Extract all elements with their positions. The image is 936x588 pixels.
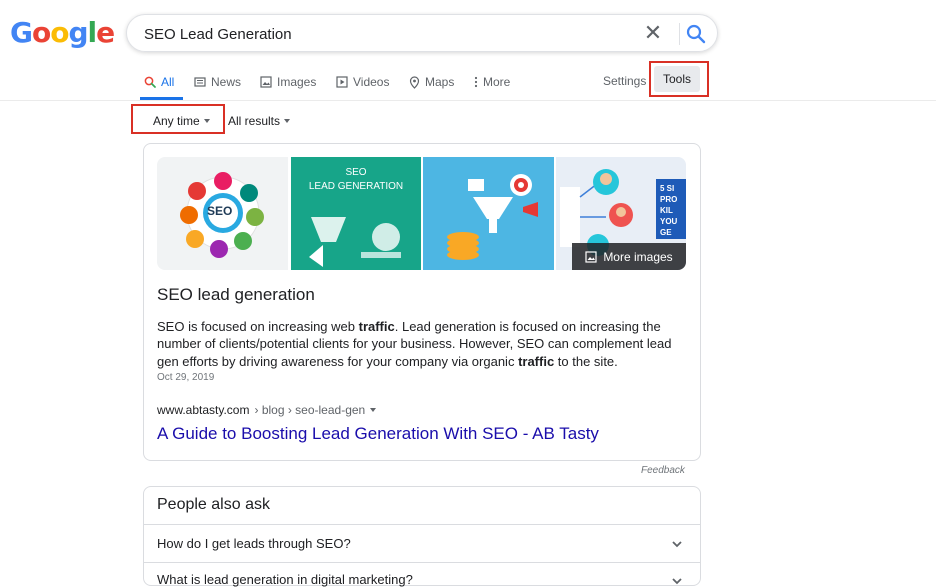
clear-icon[interactable]: ✕	[641, 21, 665, 45]
tab-news[interactable]: News	[194, 74, 241, 90]
tab-label: Images	[277, 75, 317, 89]
search-icon	[686, 24, 706, 44]
tab-label: Videos	[353, 75, 390, 89]
seo-wheel-label: SEO	[207, 204, 233, 218]
search-input[interactable]	[144, 23, 624, 45]
snippet-image[interactable]: SEO	[157, 157, 288, 270]
snippet-text: SEO is focused on increasing web traffic…	[157, 318, 692, 370]
chevron-down-icon[interactable]	[670, 537, 684, 551]
more-images-button[interactable]: More images	[572, 243, 686, 270]
logo-letter: o	[31, 16, 51, 49]
tab-images[interactable]: Images	[260, 74, 316, 90]
results-filter-dropdown[interactable]: All results	[228, 114, 291, 128]
more-images-label: More images	[603, 249, 673, 264]
tab-label: News	[211, 75, 242, 89]
google-logo[interactable]: Google	[10, 16, 115, 49]
snippet-image[interactable]	[423, 157, 554, 270]
tools-button[interactable]: Tools	[654, 66, 700, 92]
result-title-link[interactable]: A Guide to Boosting Lead Generation With…	[157, 424, 599, 444]
header-divider	[0, 100, 936, 101]
image-caption: 5 SI PRO KIL YOU GE	[660, 184, 678, 237]
tab-all[interactable]: All	[144, 74, 174, 90]
search-button[interactable]	[683, 21, 709, 47]
logo-letter: o	[50, 16, 69, 49]
logo-letter: g	[68, 16, 88, 49]
video-icon	[336, 76, 348, 88]
search-icon	[144, 76, 156, 88]
time-filter-label: Any time	[153, 114, 200, 128]
logo-letter: l	[87, 16, 98, 49]
tab-label: All	[161, 75, 175, 89]
result-cite[interactable]: www.abtasty.com › blog › seo-lead-gen	[157, 403, 377, 417]
logo-letter: G	[10, 16, 33, 49]
people-also-ask-title: People also ask	[157, 496, 270, 513]
paa-divider	[144, 524, 700, 525]
image-icon	[260, 76, 272, 88]
news-icon	[194, 77, 206, 87]
more-vert-icon	[474, 76, 478, 88]
dropdown-arrow-icon	[203, 119, 210, 123]
results-filter-label: All results	[228, 114, 281, 128]
snippet-image[interactable]: SEO LEAD GENERATION	[291, 157, 421, 270]
tab-label: Maps	[425, 75, 455, 89]
dropdown-arrow-icon	[284, 119, 291, 123]
paa-divider	[144, 562, 700, 563]
cite-path: › blog › seo-lead-gen	[254, 403, 366, 417]
cite-domain: www.abtasty.com	[157, 403, 250, 417]
snippet-text-part: SEO is focused on increasing web	[157, 319, 359, 334]
search-box: ✕	[126, 14, 718, 52]
image-icon	[585, 250, 597, 263]
snippet-title: SEO lead generation	[157, 285, 315, 304]
cite-menu-arrow-icon[interactable]	[370, 408, 377, 412]
time-filter-dropdown[interactable]: Any time	[153, 114, 210, 128]
tab-maps[interactable]: Maps	[409, 74, 454, 90]
feedback-link[interactable]: Feedback	[641, 465, 685, 476]
paa-question[interactable]: How do I get leads through SEO?	[157, 536, 351, 551]
tab-videos[interactable]: Videos	[336, 74, 389, 90]
chevron-down-icon[interactable]	[670, 574, 684, 588]
search-divider	[679, 23, 680, 45]
snippet-text-bold: traffic	[518, 353, 555, 369]
snippet-text-part: to the site.	[554, 353, 618, 369]
map-pin-icon	[409, 75, 420, 89]
snippet-text-bold: traffic	[358, 319, 395, 334]
logo-letter: e	[96, 16, 115, 49]
funnel-illustration	[309, 217, 401, 267]
tab-label: More	[483, 75, 511, 89]
settings-link[interactable]: Settings	[603, 74, 646, 88]
snippet-date: Oct 29, 2019	[157, 372, 215, 383]
tab-more[interactable]: More	[474, 74, 510, 90]
funnel-target-illustration	[447, 174, 538, 260]
